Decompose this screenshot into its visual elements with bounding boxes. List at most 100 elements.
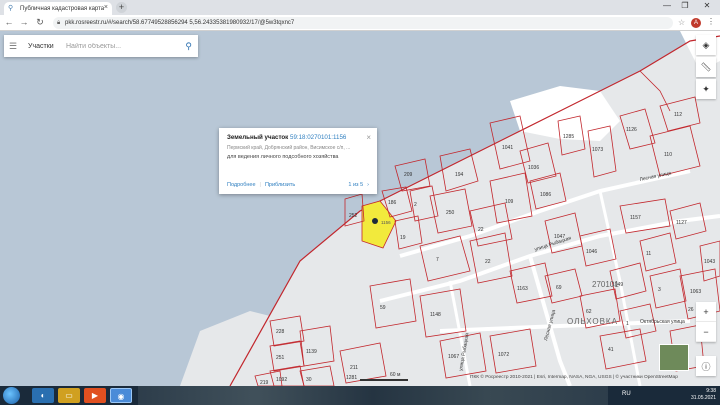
svg-text:1126: 1126 <box>626 127 637 133</box>
right-toolbar: ◈ 📏︎ ✦ <box>696 35 716 101</box>
svg-text:3: 3 <box>658 287 661 293</box>
address-bar-row: ← → ↻ 🔒︎ pkk.rosreestr.ru/#/search/58.67… <box>0 15 720 31</box>
compass-icon[interactable]: ✦ <box>696 79 716 99</box>
svg-text:19: 19 <box>400 235 406 241</box>
parcel-address: Пермский край, Добрянский район, Висимск… <box>227 145 351 151</box>
village-label: ОЛЬХОВКА <box>567 317 618 326</box>
search-input[interactable] <box>66 42 166 50</box>
popup-title-text: Земельный участок <box>227 134 289 141</box>
bookmark-star-icon[interactable]: ☆ <box>678 18 685 27</box>
svg-text:1285: 1285 <box>563 134 574 140</box>
zoom-link[interactable]: Приблизить <box>265 182 295 188</box>
svg-text:1072: 1072 <box>498 352 509 358</box>
popup-title: Земельный участок 59:18:0270101:1156 <box>227 134 369 141</box>
svg-text:11: 11 <box>646 251 651 257</box>
svg-text:1127: 1127 <box>676 220 687 226</box>
browser-tab[interactable]: ⚲ Публичная кадастровая карта × <box>4 2 112 15</box>
forward-arrow-icon[interactable]: → <box>18 17 30 27</box>
search-category-select[interactable]: Участки <box>28 43 60 50</box>
cadastral-number[interactable]: 59:18:0270101:1156 <box>290 134 346 141</box>
svg-text:1157: 1157 <box>630 215 641 221</box>
svg-text:228: 228 <box>276 329 285 335</box>
parcel-info-popup: Земельный участок 59:18:0270101:1156 Пер… <box>219 128 377 194</box>
profile-avatar[interactable]: A <box>691 18 701 28</box>
details-link[interactable]: Подробнее <box>227 182 256 188</box>
browser-menu-icon[interactable]: ⋮ <box>707 17 715 26</box>
url-field[interactable]: 🔒︎ pkk.rosreestr.ru/#/search/58.67749528… <box>53 17 673 29</box>
svg-text:69: 69 <box>556 285 562 291</box>
close-window-button[interactable]: ✕ <box>700 1 714 10</box>
close-icon[interactable]: × <box>366 133 371 142</box>
maximize-button[interactable]: ❐ <box>678 1 692 10</box>
svg-text:1281: 1281 <box>346 375 357 381</box>
layers-icon[interactable]: ◈ <box>696 35 716 55</box>
ruler-icon[interactable]: 📏︎ <box>696 57 716 77</box>
map-attribution: ПКК © Росреестр 2010-2021 | Esri, Interm… <box>470 375 678 380</box>
system-clock[interactable]: 9:38 31.05.2021 <box>691 388 716 402</box>
svg-text:2: 2 <box>414 202 417 208</box>
svg-text:30: 30 <box>306 377 312 383</box>
svg-text:186: 186 <box>388 200 397 206</box>
minimize-button[interactable]: — <box>660 1 674 10</box>
new-tab-button[interactable]: + <box>116 2 127 13</box>
location-marker <box>372 218 378 224</box>
svg-text:109: 109 <box>505 199 514 205</box>
search-panel: ☰ Участки ⚲ <box>4 35 198 57</box>
svg-text:251: 251 <box>276 355 285 361</box>
svg-text:1067: 1067 <box>448 354 459 360</box>
popup-footer: Подробнее | Приблизить 1 из 5 › <box>227 182 369 188</box>
back-arrow-icon[interactable]: ← <box>3 17 15 27</box>
info-icon[interactable]: ⓘ <box>696 356 716 376</box>
taskbar-wallpaper-strip <box>138 386 608 405</box>
result-pager: 1 из 5 <box>348 182 364 188</box>
search-icon[interactable]: ⚲ <box>185 41 192 52</box>
svg-text:1036: 1036 <box>528 165 539 171</box>
scale-line <box>360 379 408 381</box>
svg-text:59: 59 <box>380 305 386 311</box>
reload-icon[interactable]: ↻ <box>34 17 46 28</box>
svg-text:110: 110 <box>664 152 672 158</box>
svg-text:1063: 1063 <box>690 289 701 295</box>
url-text: pkk.rosreestr.ru/#/search/58.67749528856… <box>65 20 295 26</box>
svg-text:1086: 1086 <box>540 192 551 198</box>
language-indicator[interactable]: RU <box>622 391 631 397</box>
browser-tabstrip: ⚲ Публичная кадастровая карта × + — ❐ ✕ <box>0 0 720 15</box>
next-result-icon[interactable]: › <box>367 182 369 188</box>
svg-text:7: 7 <box>436 257 439 263</box>
start-button[interactable] <box>3 387 20 404</box>
folder-icon[interactable]: ▭ <box>58 388 80 403</box>
basemap-switcher[interactable] <box>659 344 689 371</box>
svg-text:1148: 1148 <box>430 312 441 318</box>
clock-time: 9:38 <box>706 388 716 394</box>
map-canvas: 186 252 209 194 1041 1036 1086 1285 1073… <box>0 31 720 386</box>
menu-icon[interactable]: ☰ <box>4 41 22 52</box>
svg-text:22: 22 <box>485 259 491 265</box>
zoom-in-button[interactable]: + <box>696 302 716 322</box>
svg-text:250: 250 <box>446 210 455 216</box>
scale-bar: 60 м <box>360 372 410 381</box>
svg-text:26: 26 <box>688 307 694 313</box>
svg-text:1041: 1041 <box>502 145 513 151</box>
cadastral-quarter-label: 270101 <box>592 280 619 289</box>
marker-label: 1156 <box>381 220 391 225</box>
svg-text:112: 112 <box>674 112 682 118</box>
chrome-icon[interactable]: ◉ <box>110 388 132 403</box>
svg-text:252: 252 <box>349 213 358 219</box>
zoom-out-button[interactable]: − <box>696 322 716 342</box>
clock-date: 31.05.2021 <box>690 395 716 401</box>
svg-text:1043: 1043 <box>704 259 715 265</box>
street-label: Октябрьская улица <box>640 319 685 325</box>
tab-close-icon[interactable]: × <box>104 4 108 11</box>
svg-text:1163: 1163 <box>517 286 528 292</box>
svg-text:209: 209 <box>404 172 413 178</box>
svg-text:211: 211 <box>350 365 358 371</box>
explorer-icon[interactable]: ◐ <box>32 388 54 403</box>
parcel-land-use: для ведения личного подсобного хозяйства <box>227 154 339 160</box>
svg-text:1092: 1092 <box>276 377 287 383</box>
media-player-icon[interactable]: ▶ <box>84 388 106 403</box>
windows-taskbar: ◐ ▭ ▶ ◉ RU 9:38 31.05.2021 <box>0 386 720 405</box>
cadastral-map[interactable]: 186 252 209 194 1041 1036 1086 1285 1073… <box>0 31 720 386</box>
map-pin-icon: ⚲ <box>8 5 14 12</box>
separator: | <box>259 182 261 188</box>
svg-text:1: 1 <box>626 321 629 327</box>
